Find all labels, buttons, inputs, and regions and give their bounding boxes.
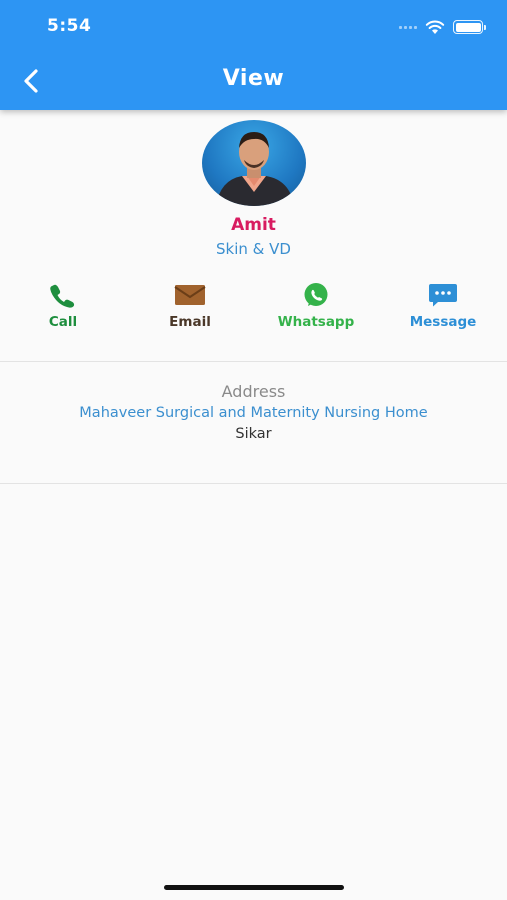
email-label: Email	[169, 314, 211, 330]
whatsapp-label: Whatsapp	[277, 314, 355, 330]
message-button[interactable]: Message	[388, 282, 498, 330]
message-label: Message	[409, 314, 477, 330]
message-bubble-icon	[429, 284, 457, 307]
divider	[0, 483, 507, 484]
status-time: 5:54	[47, 16, 92, 36]
envelope-icon	[174, 285, 206, 305]
whatsapp-icon	[304, 283, 328, 306]
signal-icon	[399, 25, 417, 29]
contact-actions: Call Email Whatsapp Message	[0, 282, 507, 334]
home-indicator[interactable]	[164, 885, 344, 890]
wifi-icon	[425, 20, 445, 34]
battery-icon	[453, 20, 486, 34]
address-city: Sikar	[235, 426, 272, 442]
page-title: View	[222, 66, 285, 91]
divider	[0, 361, 507, 362]
address-heading: Address	[221, 382, 286, 401]
profile-photo	[216, 132, 294, 206]
doctor-speciality: Skin & VD	[216, 240, 291, 258]
whatsapp-button[interactable]: Whatsapp	[261, 282, 371, 330]
doctor-name: Amit	[231, 215, 276, 235]
status-icons	[399, 17, 486, 37]
phone-icon	[50, 284, 75, 308]
address-line: Mahaveer Surgical and Maternity Nursing …	[79, 405, 428, 421]
avatar	[202, 120, 306, 206]
call-button[interactable]: Call	[8, 282, 118, 330]
email-button[interactable]: Email	[135, 282, 245, 330]
app-bar: 5:54 View	[0, 0, 507, 110]
call-label: Call	[48, 314, 78, 330]
